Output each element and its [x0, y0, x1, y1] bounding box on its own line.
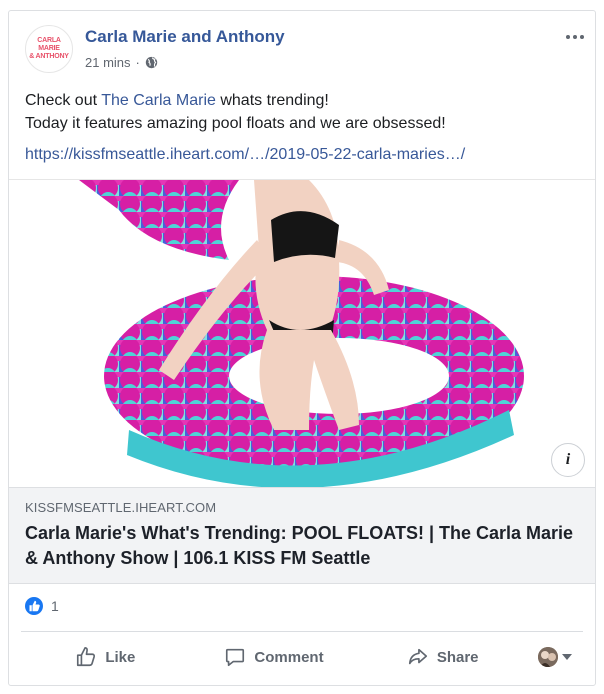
post-meta: 21 mins ·: [85, 55, 158, 70]
link-preview[interactable]: KISSFMSEATTLE.IHEART.COM Carla Marie's W…: [9, 487, 595, 584]
link-preview-image[interactable]: i: [9, 179, 595, 487]
comment-button[interactable]: Comment: [190, 639, 359, 675]
share-button[interactable]: Share: [358, 639, 527, 675]
pool-float-image: [79, 180, 524, 487]
post-timestamp[interactable]: 21 mins: [85, 55, 131, 70]
info-button[interactable]: i: [551, 443, 585, 477]
user-avatar: [538, 647, 559, 667]
mention-link[interactable]: The Carla Marie: [101, 92, 216, 109]
post-message-line2: Today it features amazing pool floats an…: [25, 115, 446, 132]
divider: [21, 631, 583, 632]
more-options-button[interactable]: [561, 27, 589, 47]
page-name-link[interactable]: Carla Marie and Anthony: [85, 27, 285, 47]
reactions-summary[interactable]: 1: [25, 597, 59, 615]
like-button[interactable]: Like: [21, 639, 190, 675]
avatar-logo: CARLA MARIE & ANTHONY: [29, 37, 69, 60]
post-as-selector[interactable]: [527, 647, 583, 667]
link-title[interactable]: Carla Marie's What's Trending: POOL FLOA…: [25, 521, 581, 571]
meta-separator: ·: [135, 55, 140, 70]
like-label: Like: [105, 648, 136, 666]
chevron-down-icon: [562, 654, 573, 660]
reaction-count: 1: [51, 598, 59, 614]
post-card: CARLA MARIE & ANTHONY Carla Marie and An…: [8, 10, 596, 686]
post-url-link[interactable]: https://kissfmseattle.iheart.com/…/2019-…: [25, 146, 465, 164]
comment-label: Comment: [254, 648, 324, 666]
like-reaction-icon: [25, 597, 43, 615]
more-options-icon: [566, 35, 570, 39]
comment-icon: [226, 648, 245, 667]
globe-icon: [145, 56, 158, 69]
action-bar: Like Comment Share: [21, 639, 583, 675]
share-label: Share: [436, 648, 479, 666]
share-icon: [408, 648, 427, 665]
link-domain: KISSFMSEATTLE.IHEART.COM: [25, 500, 217, 515]
post-header: CARLA MARIE & ANTHONY Carla Marie and An…: [9, 11, 595, 81]
page-avatar[interactable]: CARLA MARIE & ANTHONY: [25, 25, 73, 73]
post-message: Check out The Carla Marie whats trending…: [25, 89, 585, 135]
thumbs-up-icon: [77, 647, 96, 667]
